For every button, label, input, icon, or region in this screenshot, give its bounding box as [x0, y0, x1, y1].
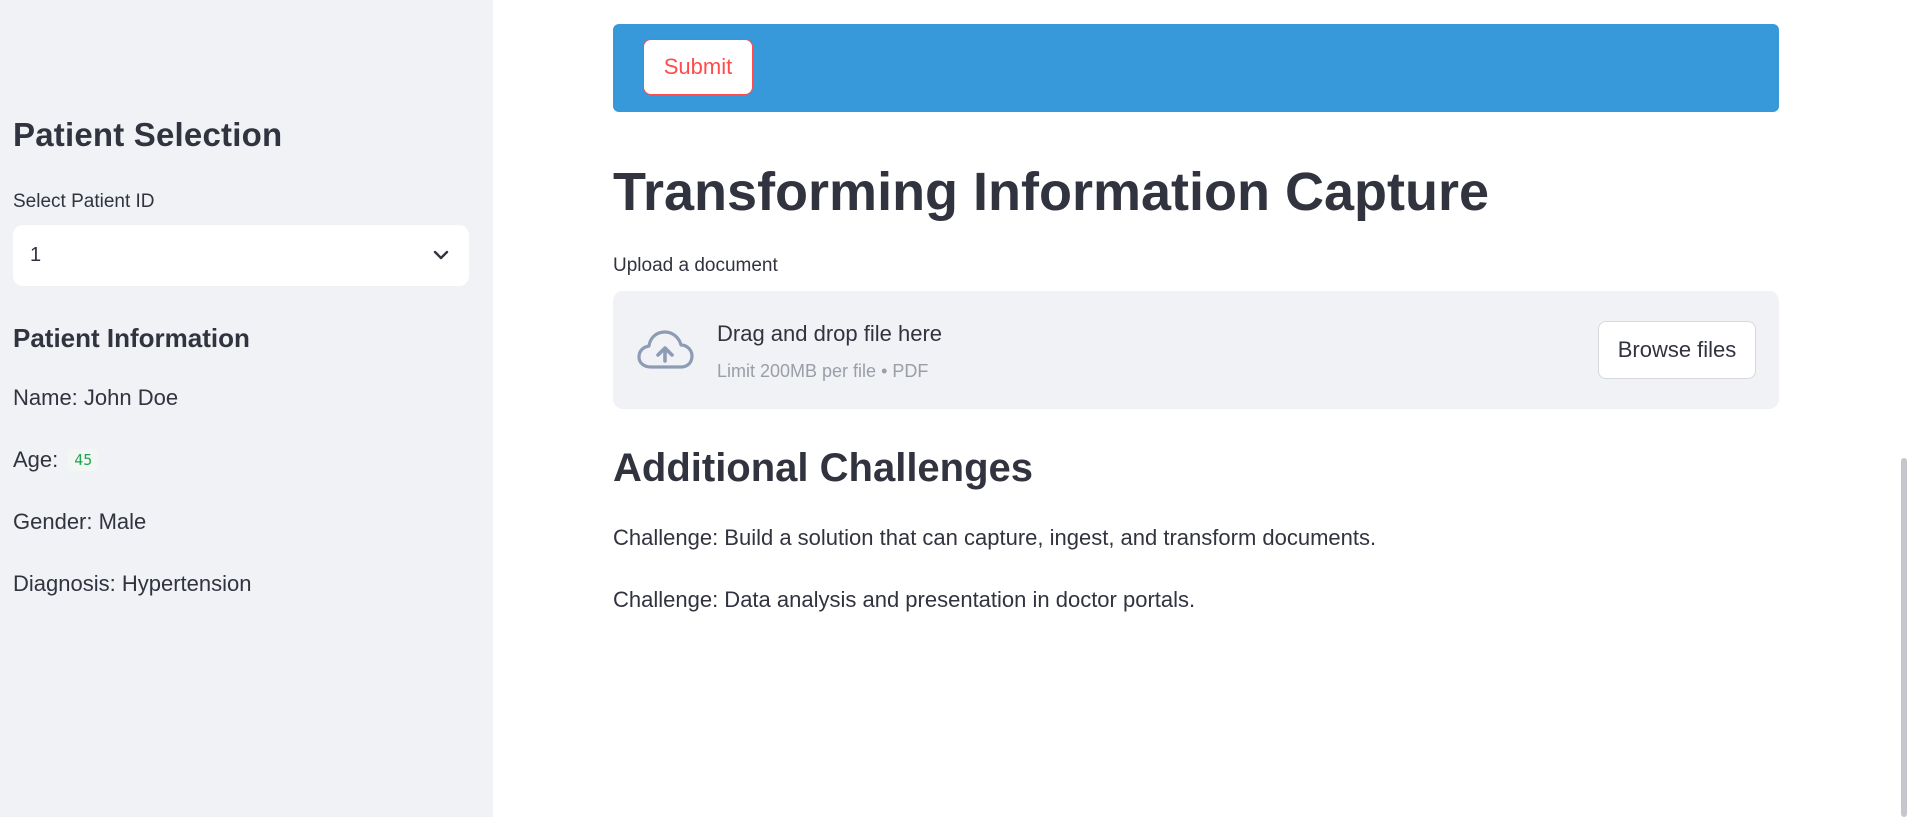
sidebar: Patient Selection Select Patient ID 1 Pa…: [0, 0, 493, 817]
sidebar-title: Patient Selection: [13, 116, 283, 153]
main-content: Submit Transforming Information Capture …: [493, 0, 1909, 817]
patient-age-label: Age:: [13, 447, 59, 472]
patient-info-title: Patient Information: [13, 323, 250, 353]
browse-files-button[interactable]: Browse files: [1598, 321, 1756, 379]
chevron-down-icon: [433, 250, 449, 260]
patient-age: Age: 45: [13, 447, 99, 473]
page-title: Transforming Information Capture: [613, 162, 1490, 222]
submit-button[interactable]: Submit: [643, 39, 753, 95]
cloud-upload-icon: [637, 330, 694, 369]
patient-name: Name: John Doe: [13, 385, 179, 410]
scrollbar[interactable]: [1899, 0, 1909, 817]
submit-banner: Submit: [613, 24, 1779, 112]
file-dropzone[interactable]: Drag and drop file here Limit 200MB per …: [613, 291, 1779, 409]
upload-label: Upload a document: [613, 255, 778, 276]
select-patient-label: Select Patient ID: [13, 191, 155, 212]
patient-id-select[interactable]: 1: [13, 225, 469, 286]
scrollbar-thumb[interactable]: [1901, 458, 1907, 817]
dropzone-limit: Limit 200MB per file • PDF: [717, 361, 929, 381]
challenge-item: Challenge: Build a solution that can cap…: [613, 525, 1377, 550]
patient-diagnosis: Diagnosis: Hypertension: [13, 571, 252, 596]
patient-age-value: 45: [68, 449, 99, 471]
patient-id-select-value: 1: [30, 244, 42, 266]
patient-gender: Gender: Male: [13, 509, 147, 534]
additional-challenges-title: Additional Challenges: [613, 446, 1034, 490]
challenge-item: Challenge: Data analysis and presentatio…: [613, 587, 1196, 612]
dropzone-title: Drag and drop file here: [717, 321, 943, 346]
app-window: Patient Selection Select Patient ID 1 Pa…: [0, 0, 1909, 817]
